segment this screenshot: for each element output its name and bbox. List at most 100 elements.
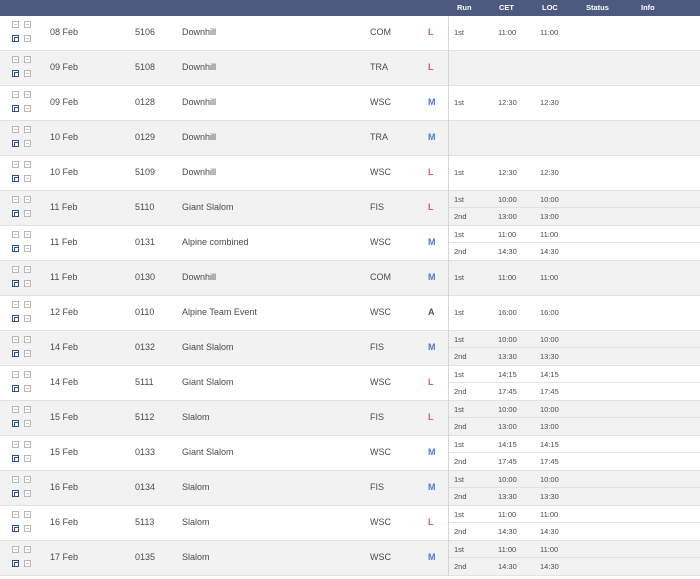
info-box-icon[interactable] [24,455,31,462]
run-time-cet: 13:00 [498,422,517,431]
plus-box-icon[interactable] [12,511,19,518]
calendar-icon[interactable] [12,420,19,427]
info-box-icon[interactable] [24,35,31,42]
calendar-icon[interactable] [12,525,19,532]
calendar-icon[interactable] [12,490,19,497]
run-line: 2nd 13:00 13:00 [449,208,700,225]
info-box-icon[interactable] [24,140,31,147]
run-line: 2nd 14:30 14:30 [449,523,700,540]
table-row[interactable]: 10 Feb 5109 Downhill WSC L 1st 12:30 12:30 [0,156,700,191]
table-row[interactable]: 09 Feb 0128 Downhill WSC M 1st 12:30 12:30 [0,86,700,121]
plus-box-icon[interactable] [12,266,19,273]
info-box-icon[interactable] [24,210,31,217]
calendar-icon[interactable] [12,175,19,182]
minus-box-icon[interactable] [24,161,31,168]
plus-box-icon[interactable] [12,231,19,238]
minus-box-icon[interactable] [24,546,31,553]
minus-box-icon[interactable] [24,231,31,238]
run-line: 2nd 14:30 14:30 [449,558,700,575]
plus-box-icon[interactable] [12,336,19,343]
calendar-icon[interactable] [12,350,19,357]
calendar-icon[interactable] [12,105,19,112]
info-box-icon[interactable] [24,560,31,567]
calendar-icon[interactable] [12,385,19,392]
run-time-cet: 16:00 [498,308,517,317]
minus-box-icon[interactable] [24,56,31,63]
race-code: 5106 [135,27,156,37]
table-row[interactable]: 12 Feb 0110 Alpine Team Event WSC A 1st 16:00 1… [0,296,700,331]
table-row[interactable]: 11 Feb 0130 Downhill COM M 1st 11:00 11:00 [0,261,700,296]
info-box-icon[interactable] [24,420,31,427]
info-box-icon[interactable] [24,385,31,392]
plus-box-icon[interactable] [12,476,19,483]
calendar-icon[interactable] [12,245,19,252]
table-row[interactable]: 08 Feb 5106 Downhill COM L 1st 11:00 11:00 [0,16,700,51]
calendar-icon[interactable] [12,70,19,77]
calendar-icon[interactable] [12,280,19,287]
race-code: 0133 [135,447,156,457]
run-line: 1st 10:00 10:00 [449,191,700,208]
plus-box-icon[interactable] [12,56,19,63]
minus-box-icon[interactable] [24,21,31,28]
info-box-icon[interactable] [24,490,31,497]
plus-box-icon[interactable] [12,441,19,448]
info-box-icon[interactable] [24,105,31,112]
table-row[interactable]: 16 Feb 5113 Slalom WSC L 1st 11:00 11:00 2nd 14:3… [0,506,700,541]
race-code: 0110 [135,307,155,317]
run-line: 1st 11:00 11:00 [449,226,700,243]
plus-box-icon[interactable] [12,301,19,308]
plus-box-icon[interactable] [12,546,19,553]
info-box-icon[interactable] [24,350,31,357]
plus-box-icon[interactable] [12,161,19,168]
minus-box-icon[interactable] [24,371,31,378]
plus-box-icon[interactable] [12,21,19,28]
run-time-loc: 17:45 [540,387,559,396]
race-category: WSC [370,377,391,387]
table-row[interactable]: 11 Feb 0131 Alpine combined WSC M 1st 11:00 11:… [0,226,700,261]
table-row[interactable]: 16 Feb 0134 Slalom FIS M 1st 10:00 10:00 2nd 13:3… [0,471,700,506]
run-time-cet: 10:00 [498,475,517,484]
minus-box-icon[interactable] [24,406,31,413]
minus-box-icon[interactable] [24,476,31,483]
table-row[interactable]: 10 Feb 0129 Downhill TRA M [0,121,700,156]
info-box-icon[interactable] [24,175,31,182]
info-box-icon[interactable] [24,315,31,322]
minus-box-icon[interactable] [24,91,31,98]
info-box-icon[interactable] [24,525,31,532]
minus-box-icon[interactable] [24,196,31,203]
run-number: 2nd [454,387,467,396]
plus-box-icon[interactable] [12,371,19,378]
run-time-loc: 14:15 [540,370,559,379]
plus-box-icon[interactable] [12,196,19,203]
minus-box-icon[interactable] [24,126,31,133]
minus-box-icon[interactable] [24,301,31,308]
calendar-icon[interactable] [12,140,19,147]
calendar-icon[interactable] [12,315,19,322]
table-row[interactable]: 11 Feb 5110 Giant Slalom FIS L 1st 10:00 10:00 2… [0,191,700,226]
table-row[interactable]: 17 Feb 0135 Slalom WSC M 1st 11:00 11:00 2nd 14:3… [0,541,700,576]
minus-box-icon[interactable] [24,266,31,273]
minus-box-icon[interactable] [24,336,31,343]
table-row[interactable]: 14 Feb 5111 Giant Slalom WSC L 1st 14:15 14:15 2… [0,366,700,401]
run-time-loc: 11:00 [540,510,559,519]
table-row[interactable]: 15 Feb 0133 Giant Slalom WSC M 1st 14:15 14:15 2… [0,436,700,471]
table-row[interactable]: 15 Feb 5112 Slalom FIS L 1st 10:00 10:00 2nd 13:0… [0,401,700,436]
info-box-icon[interactable] [24,245,31,252]
calendar-icon[interactable] [12,455,19,462]
info-box-icon[interactable] [24,70,31,77]
race-gender: M [428,237,436,247]
run-number: 1st [454,230,465,239]
run-time-cet: 11:00 [498,230,517,239]
plus-box-icon[interactable] [12,406,19,413]
run-number: 1st [454,440,465,449]
info-box-icon[interactable] [24,280,31,287]
plus-box-icon[interactable] [12,91,19,98]
calendar-icon[interactable] [12,35,19,42]
plus-box-icon[interactable] [12,126,19,133]
calendar-icon[interactable] [12,210,19,217]
calendar-icon[interactable] [12,560,19,567]
minus-box-icon[interactable] [24,511,31,518]
table-row[interactable]: 09 Feb 5108 Downhill TRA L [0,51,700,86]
minus-box-icon[interactable] [24,441,31,448]
table-row[interactable]: 14 Feb 0132 Giant Slalom FIS M 1st 10:00 10:00 2… [0,331,700,366]
